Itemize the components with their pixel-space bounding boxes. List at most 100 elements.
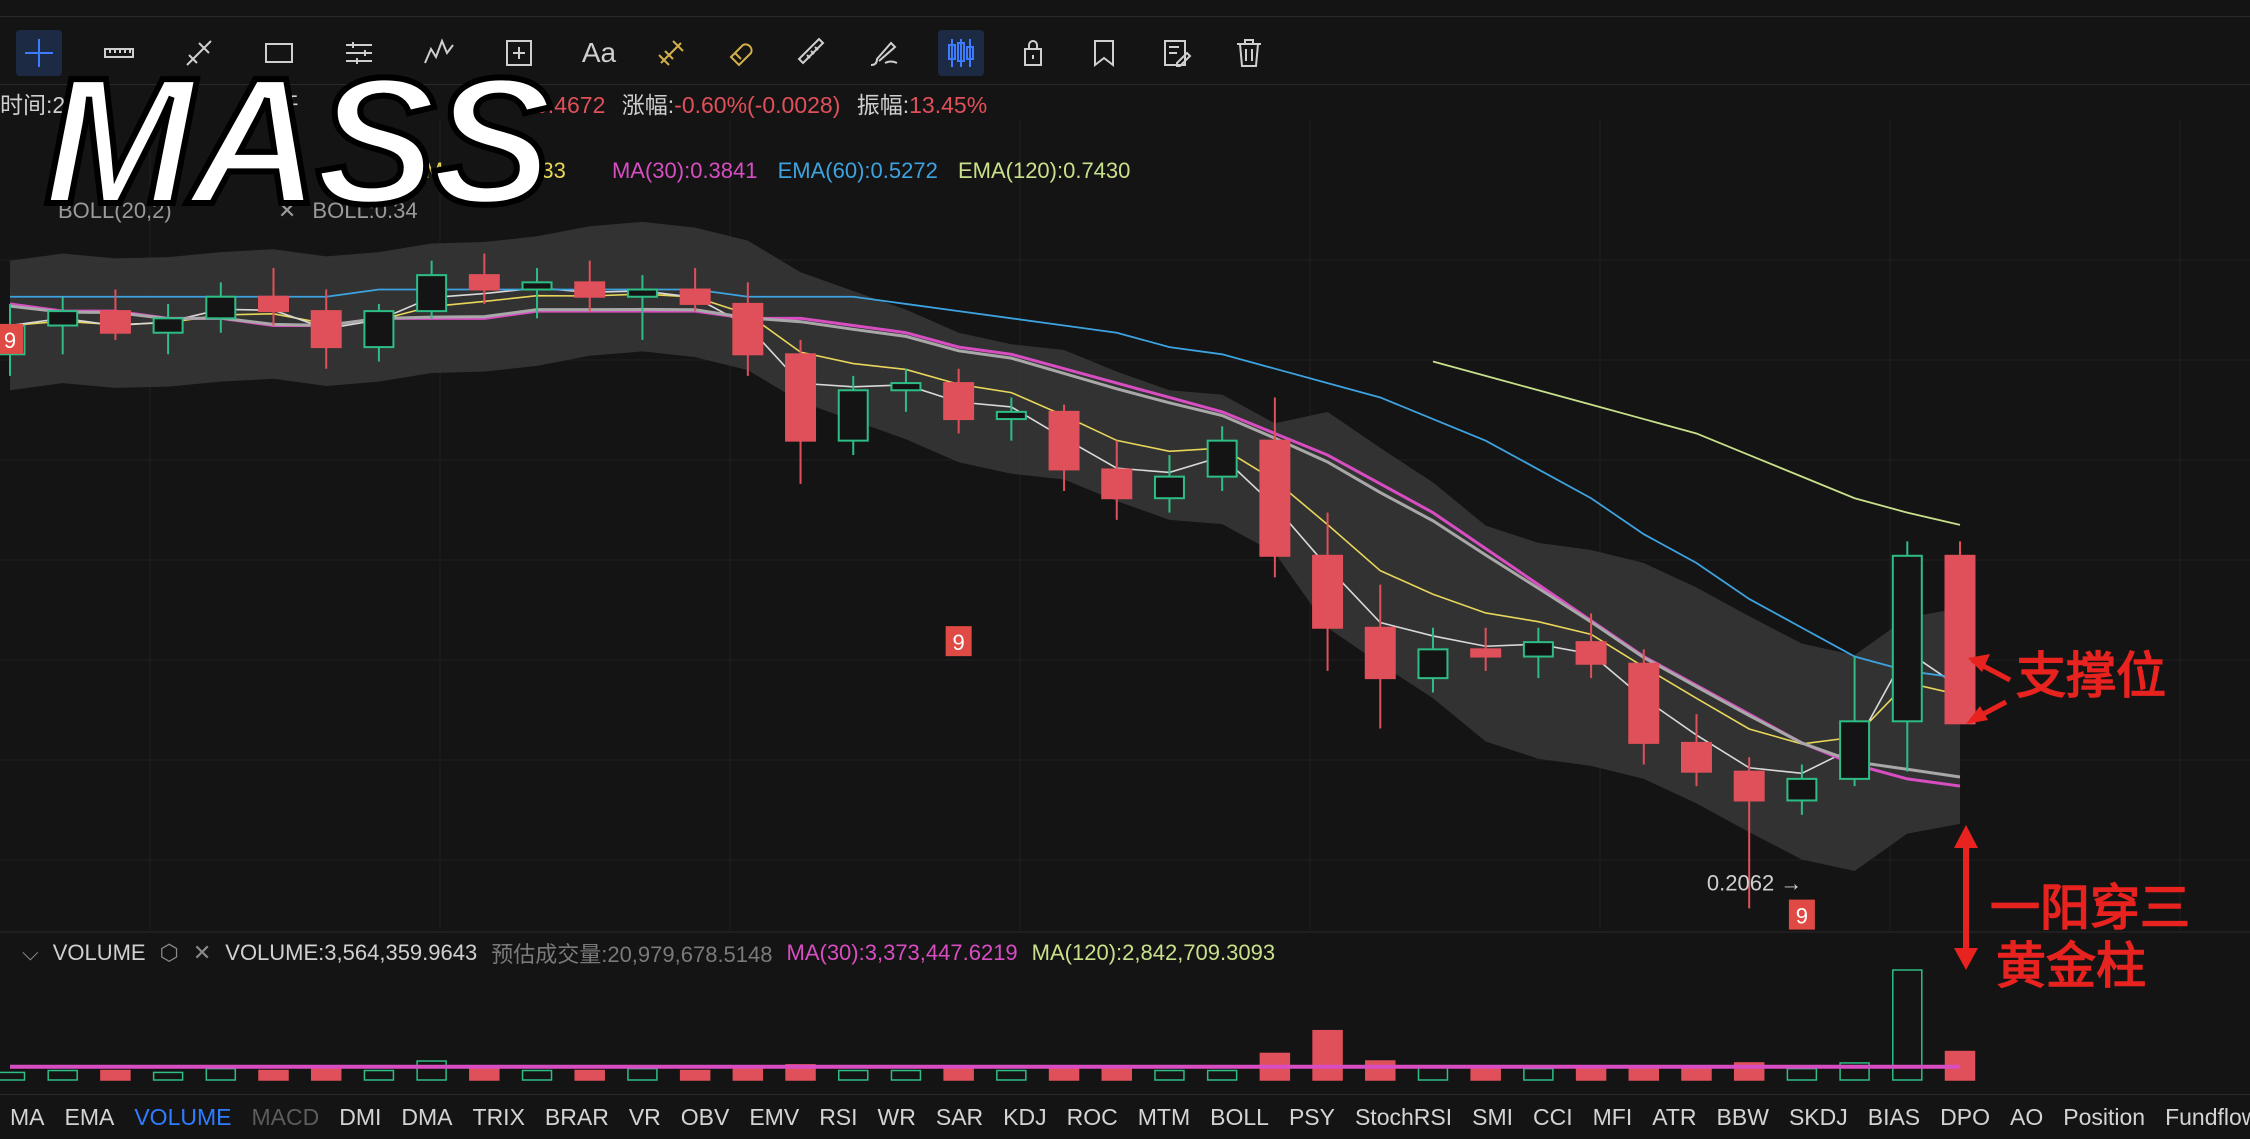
candle-body bbox=[679, 288, 711, 305]
tab-position[interactable]: Position bbox=[2053, 1104, 2155, 1131]
tab-bias[interactable]: BIAS bbox=[1858, 1104, 1930, 1131]
bookmark-icon[interactable] bbox=[1082, 30, 1128, 76]
volume-bar bbox=[732, 1067, 764, 1081]
golden-arrow-head-up bbox=[1954, 825, 1978, 848]
volume-bar bbox=[47, 1069, 78, 1081]
candlestick-icon[interactable] bbox=[938, 30, 984, 76]
candle-body bbox=[258, 295, 290, 313]
tab-stochrsi[interactable]: StochRSI bbox=[1345, 1104, 1462, 1131]
edit-note-icon[interactable] bbox=[1154, 30, 1200, 76]
ema60-label: EMA(60):0.5272 bbox=[777, 158, 938, 183]
candle-body bbox=[574, 281, 606, 298]
volume-bar bbox=[1312, 1029, 1343, 1081]
tab-sar[interactable]: SAR bbox=[926, 1104, 993, 1131]
candle-body bbox=[1048, 410, 1080, 471]
tab-mfi[interactable]: MFI bbox=[1583, 1104, 1643, 1131]
nine-marker: 9 bbox=[0, 323, 23, 354]
volume-bar bbox=[1470, 1067, 1501, 1081]
tab-macd[interactable]: MACD bbox=[241, 1104, 329, 1131]
volume-estimate: 预估成交量:20,979,678.5148 bbox=[491, 942, 773, 967]
volume-bar bbox=[152, 1071, 184, 1081]
volume-bar bbox=[1786, 1067, 1818, 1081]
tab-bbw[interactable]: BBW bbox=[1707, 1104, 1779, 1131]
volume-bar bbox=[1681, 1067, 1712, 1081]
tab-rsi[interactable]: RSI bbox=[809, 1104, 867, 1131]
golden-arrow-head-down bbox=[1954, 948, 1978, 970]
volume-header: ⌵ VOLUME ⬡ ✕ VOLUME:3,564,359.9643 预估成交量… bbox=[0, 938, 1275, 968]
tab-obv[interactable]: OBV bbox=[671, 1104, 740, 1131]
candle-body bbox=[1206, 439, 1238, 478]
support-annotation: 支撑位 bbox=[2016, 646, 2166, 705]
top-bar bbox=[0, 0, 2250, 17]
volume-bar bbox=[1523, 1067, 1554, 1081]
brush-icon[interactable] bbox=[860, 30, 906, 76]
tab-smi[interactable]: SMI bbox=[1462, 1104, 1523, 1131]
candle-body bbox=[205, 295, 237, 320]
volume-bars bbox=[0, 969, 1976, 1081]
tab-dma[interactable]: DMA bbox=[391, 1104, 462, 1131]
candle-body bbox=[1153, 475, 1185, 500]
tab-volume[interactable]: VOLUME bbox=[124, 1104, 241, 1131]
candle-body bbox=[626, 288, 658, 298]
settings-gear-icon[interactable]: ⬡ bbox=[160, 940, 179, 966]
tab-trix[interactable]: TRIX bbox=[463, 1104, 535, 1131]
candle-body bbox=[1680, 741, 1712, 773]
tab-psy[interactable]: PSY bbox=[1279, 1104, 1345, 1131]
volume-title: VOLUME bbox=[52, 940, 146, 965]
volume-bar bbox=[838, 1069, 869, 1081]
volume-bar bbox=[1206, 1069, 1238, 1081]
lock-icon[interactable] bbox=[1010, 30, 1056, 76]
volume-bar bbox=[1154, 1069, 1185, 1081]
tab-fundflow[interactable]: Fundflow bbox=[2155, 1104, 2250, 1131]
tab-boll[interactable]: BOLL bbox=[1200, 1104, 1279, 1131]
nine-marker-label: 9 bbox=[953, 630, 965, 655]
change-value: -0.60%(-0.0028) bbox=[674, 92, 841, 118]
mass-title-overlay: MASS bbox=[41, 41, 555, 242]
text-tool[interactable]: Aa bbox=[576, 30, 622, 76]
collapse-chevron-icon[interactable]: ⌵ bbox=[22, 940, 39, 966]
volume-bar bbox=[996, 1069, 1027, 1081]
candle-body bbox=[1733, 770, 1765, 802]
volume-bar bbox=[521, 1069, 553, 1081]
tab-ema[interactable]: EMA bbox=[55, 1104, 125, 1131]
measure-icon[interactable] bbox=[648, 30, 694, 76]
tab-roc[interactable]: ROC bbox=[1057, 1104, 1128, 1131]
ma30-label: MA(30):0.3841 bbox=[611, 158, 758, 183]
tab-skdj[interactable]: SKDJ bbox=[1779, 1104, 1858, 1131]
close-volume-icon[interactable]: ✕ bbox=[193, 940, 211, 966]
nine-marker-label: 9 bbox=[4, 328, 16, 353]
candle-body bbox=[1312, 554, 1344, 629]
tab-kdj[interactable]: KDJ bbox=[993, 1104, 1056, 1131]
nine-marker: 9 bbox=[1788, 899, 1815, 930]
volume-bar bbox=[1048, 1067, 1080, 1081]
tab-ao[interactable]: AO bbox=[2000, 1104, 2053, 1131]
trash-icon[interactable] bbox=[1226, 30, 1272, 76]
candle-body bbox=[521, 281, 553, 291]
candle-body bbox=[1364, 626, 1396, 680]
tab-emv[interactable]: EMV bbox=[739, 1104, 809, 1131]
ruler-pen-icon[interactable] bbox=[790, 30, 836, 76]
candle-body bbox=[995, 410, 1027, 421]
tab-brar[interactable]: BRAR bbox=[535, 1104, 619, 1131]
tab-wr[interactable]: WR bbox=[868, 1104, 926, 1131]
ema120-line bbox=[1432, 360, 1961, 526]
volume-bar bbox=[627, 1067, 658, 1081]
nine-marker-label: 9 bbox=[1796, 904, 1808, 929]
volume-bar bbox=[1892, 969, 1923, 1081]
tab-dpo[interactable]: DPO bbox=[1930, 1104, 2000, 1131]
candle-body bbox=[1101, 468, 1133, 500]
magnet-icon[interactable] bbox=[718, 30, 764, 76]
candle-body bbox=[310, 310, 342, 349]
tab-cci[interactable]: CCI bbox=[1523, 1104, 1583, 1131]
tab-dmi[interactable]: DMI bbox=[329, 1104, 391, 1131]
tab-mtm[interactable]: MTM bbox=[1128, 1104, 1200, 1131]
tab-ma[interactable]: MA bbox=[0, 1104, 55, 1131]
golden-annotation-line2: 黄金柱 bbox=[1996, 936, 2146, 995]
candle-body bbox=[1259, 439, 1291, 557]
tab-vr[interactable]: VR bbox=[619, 1104, 671, 1131]
volume-bar bbox=[679, 1069, 711, 1081]
candle-body bbox=[1628, 662, 1660, 744]
volume-ma30: MA(30):3,373,447.6219 bbox=[786, 940, 1018, 965]
change-label: 涨幅: bbox=[621, 92, 675, 118]
tab-atr[interactable]: ATR bbox=[1642, 1104, 1706, 1131]
